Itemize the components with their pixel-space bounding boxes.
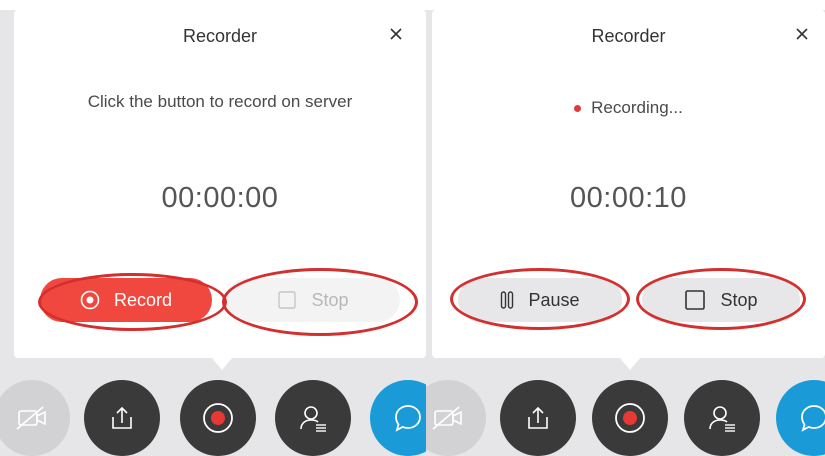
panel-pointer [212, 358, 232, 370]
recorder-panel: Recorder Recording... 00:00:10 Pause Sto… [432, 10, 825, 358]
close-button[interactable] [382, 20, 410, 48]
annotation-circle [38, 273, 227, 331]
cropped-caption-strip [0, 0, 825, 10]
record-icon [203, 403, 233, 433]
chat-button[interactable] [776, 380, 825, 456]
share-screen-button[interactable] [500, 380, 576, 456]
share-screen-icon [112, 406, 132, 429]
record-icon [615, 403, 645, 433]
video-off-icon [16, 406, 46, 430]
recorder-panel: Recorder Click the button to record on s… [14, 10, 426, 358]
recording-status: Recording... [432, 98, 825, 118]
timer: 00:00:10 [570, 182, 687, 214]
recorder-recording-view: Recorder Recording... 00:00:10 Pause Sto… [426, 10, 825, 456]
record-toggle-button[interactable] [592, 380, 668, 456]
chat-icon [801, 405, 825, 432]
panel-title: Recorder [591, 26, 666, 46]
participants-icon [709, 406, 735, 432]
panel-pointer [620, 358, 640, 370]
status-text: Recording... [591, 98, 683, 117]
video-off-button[interactable] [426, 380, 486, 456]
close-icon [390, 28, 402, 40]
participants-button[interactable] [684, 380, 760, 456]
annotation-circle [636, 268, 806, 330]
record-toggle-button[interactable] [180, 380, 256, 456]
participants-icon [300, 406, 326, 432]
annotation-circle [450, 268, 630, 330]
status-text: Click the button to record on server [87, 92, 353, 111]
video-off-button[interactable] [0, 380, 70, 456]
annotation-circle [222, 268, 418, 336]
chat-icon [395, 405, 421, 432]
recorder-idle-view: Recorder Click the button to record on s… [0, 10, 426, 456]
recording-dot-icon [574, 104, 582, 112]
share-screen-icon [528, 406, 548, 429]
panel-title: Recorder [182, 26, 258, 46]
video-off-icon [432, 406, 462, 430]
close-icon [796, 28, 808, 40]
close-button[interactable] [788, 20, 816, 48]
timer: 00:00:00 [161, 182, 279, 214]
chat-button[interactable] [370, 380, 426, 456]
share-screen-button[interactable] [84, 380, 160, 456]
participants-button[interactable] [275, 380, 351, 456]
